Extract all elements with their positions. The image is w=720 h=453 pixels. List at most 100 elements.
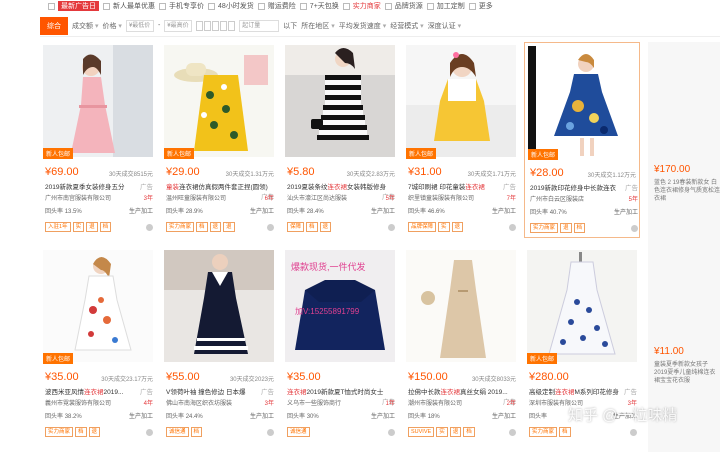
checkbox-icon[interactable] [426,2,434,10]
business-type: 生产加工 [370,414,395,420]
chat-icon[interactable] [388,428,395,436]
chat-icon[interactable] [267,428,274,436]
title-text: 2019新款夏T恤式时尚女士 [306,389,384,396]
repurchase-label: 回头率 [45,209,64,215]
sort-price-button[interactable]: 价格 [102,21,121,31]
filter-checkbox[interactable]: 品牌货源 [384,1,423,11]
product-card[interactable]: 新人包邮 ¥69.00 30天成交8515元 2019新款夏季女装修身五分 广告 … [40,42,156,238]
product-card[interactable]: 新人包邮 ¥29.00 30天成交1.31万元 童装连衣裙仿真假两件套正捏(圆领… [161,42,277,238]
shop-years: 6年 [264,196,274,202]
filter-checkbox[interactable]: 赠运费险 [257,1,296,11]
checkbox-icon[interactable] [103,2,110,10]
service-tag: 档 [573,223,586,233]
checkbox-icon[interactable] [342,2,350,10]
certification-dropdown[interactable]: 深度认证 [428,21,461,31]
sort-default-button[interactable]: 综合 [40,16,68,35]
chat-icon[interactable] [509,223,516,231]
sort-sales-button[interactable]: 成交额 [72,21,98,31]
title-text: 波西米亚风情 [45,389,84,396]
shop-name[interactable]: 温州旺童服装有限公司 6年 [166,193,274,202]
product-image[interactable] [43,250,153,362]
chat-icon[interactable] [146,428,153,436]
product-title[interactable]: V领荷叶袖 撞色修边 日本爆 广告 [166,386,274,396]
ship-speed-dropdown[interactable]: 平均发货速度 [339,21,386,31]
product-card[interactable]: 新人包邮 ¥31.00 30天成交1.71万元 7城印刷裙 印花童装连衣裙 广告 … [403,42,519,238]
moq-input[interactable]: 起订量 [239,19,280,32]
product-title[interactable]: 2019新款夏季女装修身五分 广告 [45,181,153,191]
filter-checkbox[interactable]: 48小时发货 [208,1,254,11]
chat-icon[interactable] [267,223,274,231]
filter-label: 新人最单优惠 [113,3,155,10]
product-card[interactable]: 新人包邮 ¥28.00 30天成交1.12万元 2019新款印花修身中长款连衣广… [524,42,640,238]
business-type: 生产加工 [491,414,516,420]
product-image[interactable]: 爆款现货,一件代发 加V:15255891799 [285,250,395,362]
repurchase-label: 回头率 [166,209,185,215]
checkbox-icon[interactable] [299,2,307,10]
shop-name[interactable]: 广州市白云区服装店 5年 [530,194,638,203]
checkbox-icon[interactable] [159,2,166,10]
product-image[interactable] [285,45,395,157]
side-card[interactable]: ¥170.00 蓝色 2 19春装新款女 白色连衣裙修身气质宽松连衣裙 [648,164,720,203]
product-image[interactable] [406,45,516,157]
shop-name[interactable]: 潮州市服装有限公司 2年 [408,398,516,407]
product-title[interactable]: 波西米亚风情连衣裙2019... 广告 [45,386,153,396]
title-keyword: 连衣裙 [465,184,485,191]
product-meta: 回头率 40.7% 生产加工 [530,207,638,216]
product-title[interactable]: 2019新款印花修身中长款连衣 广告 [530,182,638,192]
shop-name[interactable]: 义乌市一些服饰商行 1年 [287,398,395,407]
product-image[interactable] [43,45,153,157]
shop-name[interactable]: 广州市南宫服装有限公司 3年 [45,193,153,202]
price-range-bar[interactable] [196,20,236,31]
filter-checkbox[interactable]: 最新广告日 [48,1,99,11]
checkbox-icon[interactable] [208,2,215,10]
shop-years: 3年 [143,196,153,202]
filter-checkbox[interactable]: 7+天包换 [299,1,339,11]
filter-checkbox[interactable]: 实力商家 [342,1,381,11]
side-card[interactable]: ¥11.00 童装夏季新款女孩子2019夏季儿童纯棉连衣裙宝宝花衣服 [648,346,720,385]
business-mode-dropdown[interactable]: 经营模式 [390,21,423,31]
product-title[interactable]: 高级定制连衣裙M系列印花修身 广告 [529,386,637,396]
shop-name[interactable]: 织里镇童装服装有限公司 7年 [408,193,516,202]
filter-checkbox[interactable]: 加工定制 [426,1,465,11]
filter-checkbox[interactable]: 更多 [468,1,493,11]
product-image[interactable] [164,250,274,362]
product-image[interactable] [164,45,274,157]
service-tag: 退 [560,223,572,233]
chat-icon[interactable] [630,428,637,436]
shop-name[interactable]: 佛山市南海区织衣坊服装 3年 [166,398,274,407]
filter-checkbox[interactable]: 手机专享价 [159,1,204,11]
overlay-text-1: 爆款现货,一件代发 [291,261,366,272]
checkbox-icon[interactable] [468,2,476,10]
chat-icon[interactable] [146,223,153,231]
product-card[interactable]: ¥55.00 30天成交2023元 V领荷叶袖 撞色修边 日本爆 广告 佛山市南海… [161,247,277,443]
chat-icon[interactable] [509,428,516,436]
title-text: 2019新款夏季女装修身五分 [45,184,125,191]
repurchase-rate: 40.7% [549,210,567,216]
product-image[interactable] [527,250,637,362]
price-min-input[interactable]: ¥最低价 [125,19,154,32]
shop-name[interactable]: 汕头市濠江区尚达服装 5年 [287,193,395,202]
checkbox-icon[interactable] [48,2,55,10]
product-card[interactable]: 新人包邮 ¥35.00 30天成交23.17万元 波西米亚风情连衣裙2019..… [40,247,156,443]
shop-text: 义乌市一些服饰商行 [287,401,342,407]
checkbox-icon[interactable] [384,2,392,10]
region-dropdown[interactable]: 所在地区 [301,21,334,31]
product-card[interactable]: ¥150.00 30天成交8033元 拉佛中长款连衣裙真丝女绢 2019... 广… [403,247,519,443]
product-card[interactable]: ¥5.80 30天成交2.83万元 2019夏装条纹连衣裙女装韩版修身 广告 汕头… [282,42,398,238]
service-tag: 保障 [287,222,305,232]
shop-name[interactable]: 義州市霓裳服饰有限公司 4年 [45,398,153,407]
chat-icon[interactable] [631,224,638,232]
side-price: ¥170.00 [654,164,691,175]
title-keyword: 连衣裙 [327,184,347,191]
product-image[interactable] [528,46,638,158]
checkbox-icon[interactable] [257,2,265,10]
product-title[interactable]: 7城印刷裙 印花童装连衣裙 广告 [408,181,516,191]
service-tags: 实力商家档 [529,427,637,437]
chat-icon[interactable] [388,223,395,231]
filter-checkbox[interactable]: 新人最单优惠 [103,1,155,11]
product-image[interactable] [406,250,516,362]
product-card[interactable]: 爆款现货,一件代发 加V:15255891799 ¥35.00 连衣裙2019新款… [282,247,398,443]
price-max-input[interactable]: ¥最高价 [164,19,193,32]
moq-below-label: 以下 [283,22,298,30]
repurchase-label: 回头率 [408,414,427,420]
